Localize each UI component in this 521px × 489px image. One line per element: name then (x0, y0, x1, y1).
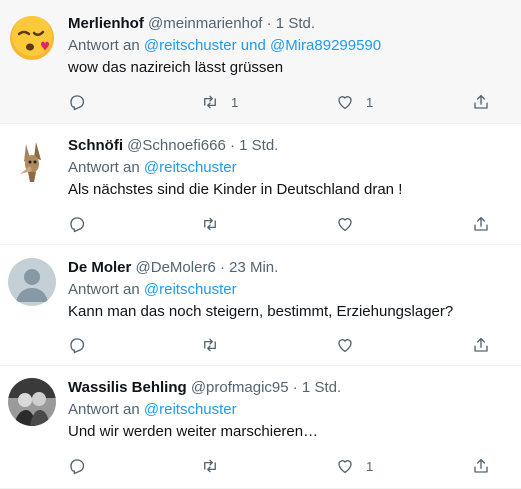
handle[interactable]: @Schnoefi666 (127, 137, 226, 154)
like-count: 1 (366, 458, 374, 474)
retweet-count: 1 (231, 94, 239, 110)
retweet-icon (204, 217, 216, 231)
share-button[interactable] (472, 92, 490, 112)
tweet-3[interactable]: De Moler @DeMoler6 · 23 Min. Antwort an … (0, 245, 521, 366)
reply-to-link[interactable]: @reitschuster (144, 401, 237, 418)
reply-to-link[interactable]: @reitschuster und @Mira89299590 (144, 37, 381, 54)
reply-button[interactable] (68, 214, 86, 234)
handle[interactable]: @meinmarienhof (148, 15, 262, 32)
photo-avatar-icon (8, 378, 56, 426)
tweet-4[interactable]: Wassilis Behling @profmagic95 · 1 Std. A… (0, 366, 521, 489)
reply-to-line: Antwort an @reitschuster (68, 158, 501, 178)
display-name[interactable]: Schnöfi (68, 137, 123, 154)
reply-prefix: Antwort an (68, 37, 144, 54)
timestamp[interactable]: · 1 Std. (293, 379, 341, 396)
avatar[interactable] (8, 258, 56, 306)
like-button[interactable]: 1 (336, 456, 373, 476)
like-icon (338, 460, 352, 474)
share-button[interactable] (472, 456, 490, 476)
avatar[interactable] (8, 14, 56, 62)
tweet-text: Und wir werden weiter marschieren… (68, 423, 319, 440)
tweet-text: wow das nazireich lässt grüssen (68, 59, 284, 76)
avatar[interactable] (8, 136, 56, 184)
like-icon (338, 96, 352, 110)
reply-prefix: Antwort an (68, 159, 144, 176)
retweet-icon (204, 459, 216, 473)
default-avatar-icon (8, 258, 56, 306)
reply-to-line: Antwort an @reitschuster und @Mira892995… (68, 36, 501, 56)
like-icon (338, 218, 352, 232)
share-icon (474, 458, 488, 473)
tweet-1[interactable]: Merlienhof @meinmarienhof · 1 Std. Antwo… (0, 0, 521, 124)
tweet-2[interactable]: Schnöfi @Schnoefi666 · 1 Std. Antwort an… (0, 124, 521, 245)
display-name[interactable]: Wassilis Behling (68, 379, 187, 396)
reply-to-link[interactable]: @reitschuster (144, 281, 237, 298)
reply-prefix: Antwort an (68, 401, 144, 418)
reply-button[interactable] (68, 456, 86, 476)
action-bar: 1 (68, 456, 493, 476)
reply-icon (70, 217, 85, 233)
like-button[interactable]: 1 (336, 92, 373, 112)
timestamp[interactable]: · 1 Std. (230, 137, 278, 154)
avatar[interactable] (8, 378, 56, 426)
display-name[interactable]: Merlienhof (68, 15, 144, 32)
reply-button[interactable] (68, 92, 86, 112)
kiss-emoji-avatar-icon (10, 16, 54, 60)
reply-to-link[interactable]: @reitschuster (144, 159, 237, 176)
action-bar (68, 335, 493, 355)
retweet-button[interactable] (201, 335, 231, 355)
retweet-icon (204, 338, 216, 352)
retweet-button[interactable]: 1 (201, 92, 238, 112)
retweet-icon (204, 95, 216, 109)
reply-icon (70, 95, 85, 111)
action-bar: 1 1 (68, 92, 493, 112)
like-button[interactable] (336, 214, 366, 234)
coyote-avatar-icon (8, 136, 56, 184)
share-icon (474, 216, 488, 231)
reply-icon (70, 459, 85, 475)
tweet-header: Schnöfi @Schnoefi666 · 1 Std. (68, 136, 501, 156)
reply-icon (70, 338, 85, 354)
display-name[interactable]: De Moler (68, 259, 131, 276)
share-button[interactable] (472, 335, 490, 355)
handle[interactable]: @DeMoler6 (136, 259, 216, 276)
reply-button[interactable] (68, 335, 86, 355)
action-bar (68, 214, 493, 234)
tweet-feed: Merlienhof @meinmarienhof · 1 Std. Antwo… (0, 0, 521, 489)
tweet-header: De Moler @DeMoler6 · 23 Min. (68, 258, 501, 278)
tweet-header: Merlienhof @meinmarienhof · 1 Std. (68, 14, 501, 34)
share-icon (474, 94, 488, 109)
tweet-text: Kann man das noch steigern, bestimmt, Er… (68, 303, 454, 320)
retweet-button[interactable] (201, 214, 231, 234)
reply-to-line: Antwort an @reitschuster (68, 280, 501, 300)
timestamp[interactable]: · 1 Std. (267, 15, 315, 32)
like-button[interactable] (336, 335, 366, 355)
tweet-header: Wassilis Behling @profmagic95 · 1 Std. (68, 378, 501, 398)
like-icon (338, 339, 352, 353)
tweet-text: Als nächstes sind die Kinder in Deutschl… (68, 181, 403, 198)
reply-prefix: Antwort an (68, 281, 144, 298)
handle[interactable]: @profmagic95 (191, 379, 289, 396)
share-icon (474, 337, 488, 352)
timestamp[interactable]: · 23 Min. (220, 259, 278, 276)
retweet-button[interactable] (201, 456, 231, 476)
share-button[interactable] (472, 214, 490, 234)
like-count: 1 (366, 94, 374, 110)
reply-to-line: Antwort an @reitschuster (68, 400, 501, 420)
